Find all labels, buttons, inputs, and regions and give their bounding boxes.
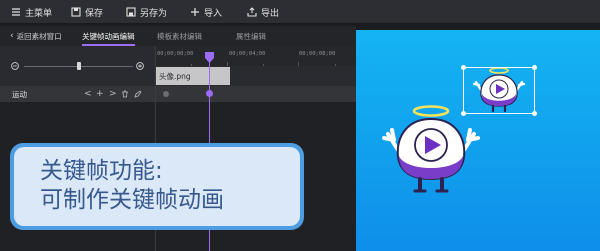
zoom-in-icon[interactable] [136, 62, 144, 70]
plus-icon [191, 8, 199, 16]
media-clip[interactable]: 头像.png [155, 67, 230, 85]
toolbar: 主菜单 保存 另存为 导入 导出 [0, 0, 600, 24]
zoom-out-icon[interactable] [11, 62, 19, 70]
mascot-avatar-large[interactable] [382, 103, 480, 195]
save-as-button[interactable]: 另存为 [126, 0, 167, 24]
tab-property-label: 属性编辑 [236, 31, 266, 41]
keyframe-track[interactable] [155, 86, 356, 102]
prev-keyframe-button[interactable]: < [84, 86, 92, 102]
main-menu-label: 主菜单 [25, 8, 53, 19]
tab-template-label: 模板素材编辑 [157, 31, 202, 41]
clip-track: 头像.png [155, 66, 356, 86]
motion-label: 运动 [12, 89, 27, 99]
import-button[interactable]: 导入 [190, 0, 222, 24]
resize-handle-top-left[interactable] [461, 65, 466, 70]
feature-caption: 关键帧功能: 可制作关键帧动画 [10, 143, 304, 230]
caption-line-1: 关键帧功能: [40, 158, 163, 184]
menu-icon [12, 8, 20, 16]
tab-property-edit[interactable]: 属性编辑 [236, 26, 266, 46]
zoom-control-row [0, 46, 155, 86]
keyframe-marker-start[interactable] [163, 91, 169, 97]
save-button[interactable]: 保存 [71, 0, 103, 24]
playhead-handle[interactable] [204, 52, 215, 63]
tick-label-2: 00;00;08;00 [299, 51, 336, 57]
tab-keyframe-edit[interactable]: 关键帧动画编辑 [82, 26, 135, 46]
save-as-label: 另存为 [140, 8, 168, 19]
tab-keyframe-label: 关键帧动画编辑 [82, 31, 135, 41]
clip-name: 头像.png [159, 71, 191, 81]
add-keyframe-button[interactable]: + [96, 86, 104, 102]
feature-caption-inner: 关键帧功能: 可制作关键帧动画 [14, 147, 300, 226]
time-ruler[interactable]: 00;00;00;00 00;00;04;00 00;00;08;00 [155, 46, 356, 66]
tick-label-0: 00;00;00;00 [157, 51, 194, 57]
editor-tabs: ‹ 返回素材窗口 关键帧动画编辑 模板素材编辑 属性编辑 [0, 26, 356, 46]
save-label: 保存 [85, 8, 104, 19]
main-menu-button[interactable]: 主菜单 [11, 0, 52, 24]
chevron-left-icon: ‹ [10, 31, 14, 41]
export-button[interactable]: 导出 [247, 0, 279, 24]
export-label: 导出 [261, 8, 280, 19]
next-keyframe-button[interactable]: > [109, 86, 117, 102]
motion-track-header: 运动 < + > [0, 86, 155, 102]
import-label: 导入 [204, 8, 223, 19]
export-icon [247, 7, 257, 17]
resize-handle-top-right[interactable] [532, 65, 537, 70]
tick-label-1: 00;00;04;00 [229, 51, 266, 57]
zoom-slider-thumb[interactable] [77, 62, 81, 70]
tab-template-edit[interactable]: 模板素材编辑 [157, 26, 202, 46]
back-to-material-tab[interactable]: ‹ 返回素材窗口 [10, 26, 62, 46]
save-as-icon [126, 7, 136, 17]
caption-line-2: 可制作关键帧动画 [40, 187, 224, 213]
save-icon [71, 7, 81, 17]
edit-icon[interactable] [134, 90, 142, 98]
back-tab-label: 返回素材窗口 [16, 31, 62, 41]
resize-handle-bottom-right[interactable] [532, 111, 537, 116]
trash-icon[interactable] [121, 90, 129, 98]
